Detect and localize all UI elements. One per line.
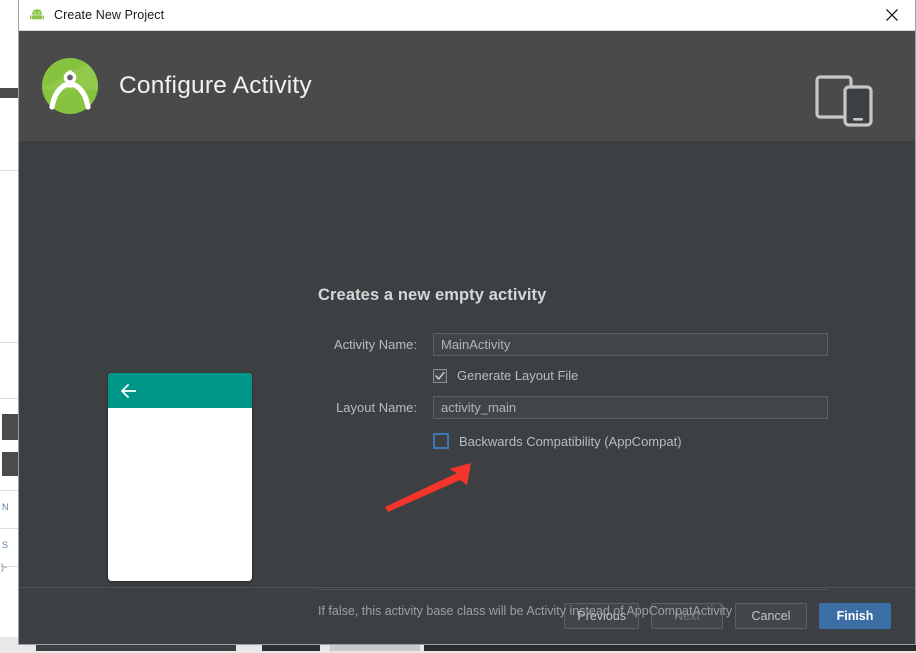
background-artifact bbox=[2, 452, 18, 476]
activity-name-label: Activity Name: bbox=[333, 337, 417, 352]
background-code-text: )- bbox=[1, 562, 7, 572]
preview-app-bar bbox=[108, 373, 252, 408]
create-new-project-dialog: Create New Project Configure Activity Cr… bbox=[18, 0, 916, 645]
layout-name-row: Layout Name: bbox=[318, 396, 828, 419]
background-divider bbox=[0, 342, 20, 343]
finish-button[interactable]: Finish bbox=[819, 603, 891, 629]
form-divider bbox=[318, 589, 828, 590]
background-ide-left-strip: N S )- bbox=[0, 0, 20, 653]
activity-config-form: Creates a new empty activity Activity Na… bbox=[318, 286, 828, 618]
page-title: Configure Activity bbox=[119, 72, 312, 99]
preview-content-area bbox=[108, 408, 252, 581]
dialog-title: Create New Project bbox=[54, 8, 165, 22]
android-studio-logo-icon bbox=[41, 57, 99, 115]
form-heading: Creates a new empty activity bbox=[318, 286, 547, 304]
activity-name-row: Activity Name: bbox=[318, 333, 828, 356]
layout-name-label: Layout Name: bbox=[336, 400, 417, 415]
background-divider bbox=[0, 170, 20, 171]
back-arrow-icon bbox=[121, 383, 136, 398]
activity-preview-thumbnail bbox=[108, 373, 252, 581]
background-divider bbox=[0, 398, 20, 399]
background-artifact bbox=[2, 414, 18, 440]
layout-name-input[interactable] bbox=[433, 396, 828, 419]
backwards-compatibility-label: Backwards Compatibility (AppCompat) bbox=[459, 433, 682, 449]
dialog-header: Configure Activity bbox=[19, 31, 915, 141]
dialog-body: Creates a new empty activity Activity Na… bbox=[19, 141, 915, 618]
backwards-compatibility-row: Backwards Compatibility (AppCompat) bbox=[318, 433, 828, 449]
generate-layout-checkbox[interactable] bbox=[433, 368, 447, 383]
background-code-text: S bbox=[2, 540, 9, 550]
form-help-text: If false, this activity base class will … bbox=[318, 604, 733, 618]
background-divider bbox=[0, 490, 20, 491]
dialog-title-bar: Create New Project bbox=[19, 0, 915, 31]
tablet-and-phone-icon bbox=[815, 75, 883, 127]
backwards-compatibility-checkbox[interactable] bbox=[433, 433, 449, 449]
android-robot-icon bbox=[29, 7, 45, 23]
generate-layout-row: Generate Layout File bbox=[318, 368, 828, 383]
background-divider bbox=[0, 528, 20, 529]
generate-layout-label: Generate Layout File bbox=[457, 368, 579, 383]
background-artifact bbox=[0, 88, 18, 98]
close-icon[interactable] bbox=[869, 0, 915, 30]
activity-name-input[interactable] bbox=[433, 333, 828, 356]
background-code-text: N bbox=[2, 502, 9, 512]
